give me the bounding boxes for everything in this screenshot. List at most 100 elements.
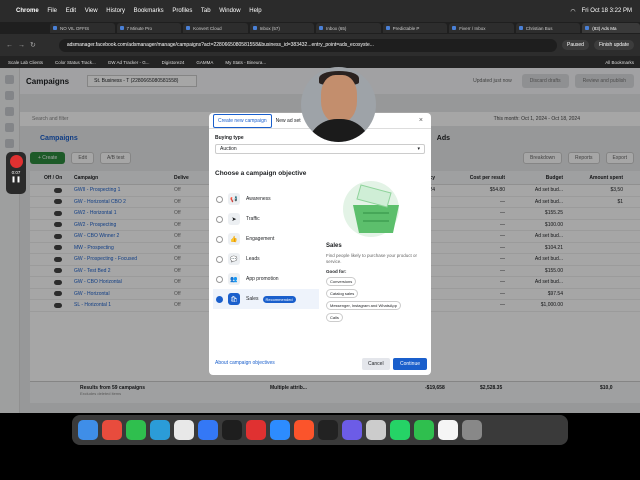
- wifi-icon[interactable]: ◠: [570, 8, 575, 15]
- finish-update-button[interactable]: Finish update: [593, 40, 634, 50]
- tab-create-new-campaign[interactable]: Create new campaign: [213, 113, 272, 128]
- finder-icon[interactable]: [78, 420, 98, 440]
- menu-history[interactable]: History: [106, 8, 125, 14]
- tab-favicon-icon: [385, 26, 390, 30]
- tab-favicon-icon: [585, 26, 590, 30]
- chip-conversions[interactable]: Conversions: [326, 276, 357, 286]
- browser-tab[interactable]: Fiverr / Inbox: [449, 23, 514, 33]
- objective-sales[interactable]: 🛍 Sales Recommended: [213, 289, 319, 309]
- cursor-icon: ➤: [228, 213, 240, 225]
- all-bookmarks[interactable]: All Bookmarks: [605, 60, 634, 65]
- back-icon[interactable]: ←: [6, 42, 13, 49]
- messages-icon[interactable]: [126, 420, 146, 440]
- browser-tab[interactable]: Inbox (65): [316, 23, 381, 33]
- buying-type-select[interactable]: Auction ▾: [215, 144, 425, 154]
- preview-icon[interactable]: [438, 420, 458, 440]
- pause-icon[interactable]: ❚❚: [11, 176, 21, 183]
- menu-app-name[interactable]: Chrome: [16, 8, 39, 14]
- chevron-down-icon: ▾: [417, 146, 420, 152]
- menu-file[interactable]: File: [47, 8, 57, 14]
- trash-icon[interactable]: [462, 420, 482, 440]
- objective-traffic[interactable]: ➤ Traffic: [213, 209, 319, 229]
- objective-engagement[interactable]: 👍 Engagement: [213, 229, 319, 249]
- create-campaign-modal: Create new campaign New ad set × Buying …: [209, 113, 431, 375]
- objective-awareness[interactable]: 📢 Awareness: [213, 189, 319, 209]
- bookmark[interactable]: GW Ad Tracker - G...: [108, 60, 150, 65]
- radio-selected-icon[interactable]: [216, 295, 223, 303]
- brave-icon[interactable]: [294, 420, 314, 440]
- browser-tab[interactable]: 7 Minute Pro: [116, 23, 182, 33]
- address-bar[interactable]: adsmanager.facebook.com/adsmanager/manag…: [58, 38, 557, 52]
- app-icon[interactable]: [342, 420, 362, 440]
- radio-icon[interactable]: [216, 235, 223, 243]
- thumbs-up-icon: 👍: [228, 233, 240, 245]
- chrome-icon[interactable]: [198, 420, 218, 440]
- bookmark[interactable]: GAMMA: [196, 60, 213, 65]
- browser-tab[interactable]: Konvert Cloud: [183, 23, 248, 33]
- chatgpt-icon[interactable]: [318, 420, 338, 440]
- shopping-bag-icon: 🛍: [228, 293, 240, 305]
- chip-catalog-sales[interactable]: Catalog sales: [326, 288, 359, 298]
- menu-help[interactable]: Help: [249, 8, 261, 14]
- settings-icon[interactable]: [366, 420, 386, 440]
- whatsapp-icon[interactable]: [390, 420, 410, 440]
- address-row: ← → ↻ adsmanager.facebook.com/adsmanager…: [0, 34, 640, 56]
- reload-icon[interactable]: ↻: [30, 41, 36, 49]
- tab-favicon-icon: [452, 26, 457, 30]
- facetime-icon[interactable]: [414, 420, 434, 440]
- macos-menubar: Chrome File Edit View History Bookmarks …: [0, 0, 640, 22]
- tab-favicon-icon: [518, 26, 523, 30]
- menu-view[interactable]: View: [85, 8, 98, 14]
- close-icon[interactable]: ×: [419, 117, 423, 124]
- browser-tabbar: NO VIL OFFIS 7 Minute Pro Konvert Cloud …: [0, 22, 640, 34]
- continue-button[interactable]: Continue: [393, 358, 428, 370]
- radio-icon[interactable]: [216, 275, 223, 283]
- objective-app-promotion[interactable]: 👥 App promotion: [213, 269, 319, 289]
- menu-profiles[interactable]: Profiles: [172, 8, 192, 14]
- chip-messenger[interactable]: Messenger, Instagram and WhatsApp: [326, 300, 401, 310]
- browser-tab-active[interactable]: (83) Ads Ma: [582, 23, 640, 33]
- cancel-button[interactable]: Cancel: [362, 358, 390, 370]
- record-timer: 0:07: [11, 170, 21, 175]
- forward-icon[interactable]: →: [18, 42, 25, 49]
- canva-icon[interactable]: [150, 420, 170, 440]
- objective-leads[interactable]: 💬 Leads: [213, 249, 319, 269]
- live-icon[interactable]: [246, 420, 266, 440]
- radio-icon[interactable]: [216, 215, 223, 223]
- sales-illustration: [343, 181, 399, 237]
- browser-tab[interactable]: Christian Bus: [515, 23, 581, 33]
- tab-favicon-icon: [53, 26, 57, 30]
- menu-tab[interactable]: Tab: [201, 8, 211, 14]
- tab-favicon-icon: [319, 26, 324, 30]
- bookmark[interactable]: Digistore24: [162, 60, 185, 65]
- bookmark[interactable]: Scale Lab Clients: [8, 60, 43, 65]
- notion-icon[interactable]: [174, 420, 194, 440]
- menu-window[interactable]: Window: [219, 8, 240, 14]
- objective-detail: Sales Find people likely to purchase you…: [326, 243, 426, 322]
- objective-list: 📢 Awareness ➤ Traffic 👍 Engagement 💬 Leads 👥…: [213, 189, 319, 309]
- menu-bookmarks[interactable]: Bookmarks: [134, 8, 164, 14]
- bookmark[interactable]: Color Status Track...: [55, 60, 96, 65]
- chip-calls[interactable]: Calls: [326, 312, 343, 322]
- megaphone-icon: 📢: [228, 193, 240, 205]
- tab-new-ad-set[interactable]: New ad set: [272, 115, 305, 127]
- zoom-icon[interactable]: [270, 420, 290, 440]
- browser-tab[interactable]: Predictable P: [382, 23, 448, 33]
- browser-tab[interactable]: NO VIL OFFIS: [50, 23, 115, 33]
- about-objectives-link[interactable]: About campaign objectives: [215, 360, 275, 366]
- browser-tab[interactable]: Inbox (57): [249, 23, 315, 33]
- clock[interactable]: Fri Oct 18 3:22 PM: [582, 8, 632, 14]
- radio-icon[interactable]: [216, 195, 223, 203]
- slack-icon[interactable]: [102, 420, 122, 440]
- chat-bubble-icon: 💬: [228, 253, 240, 265]
- bookmark[interactable]: My Stats - Bineura...: [225, 60, 266, 65]
- final-cut-icon[interactable]: [222, 420, 242, 440]
- recording-controls[interactable]: 0:07 ❚❚: [6, 152, 26, 194]
- stop-record-icon[interactable]: [9, 155, 23, 168]
- detail-title: Sales: [326, 243, 342, 249]
- menu-edit[interactable]: Edit: [66, 8, 76, 14]
- people-icon: 👥: [228, 273, 240, 285]
- paused-badge[interactable]: Paused: [562, 40, 589, 50]
- radio-icon[interactable]: [216, 255, 223, 263]
- tab-favicon-icon: [186, 26, 191, 30]
